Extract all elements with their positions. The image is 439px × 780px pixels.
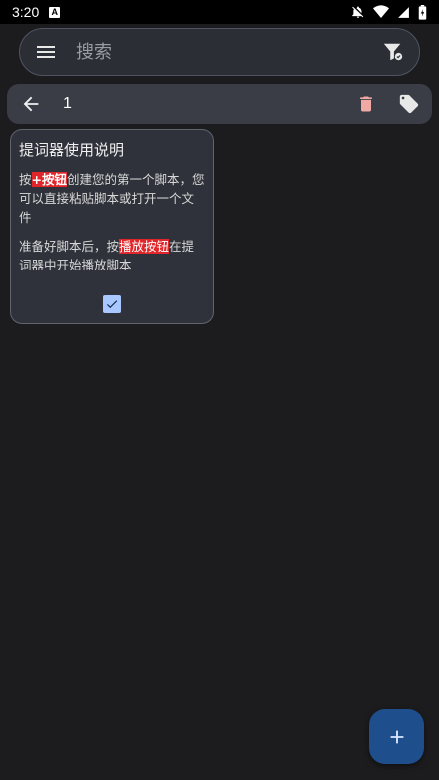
battery-icon [418, 4, 427, 20]
app-screen: 3:20 A 搜索 1 提词器使用说明 按+按钮创建您的第一个脚本，您可以直接粘… [0, 0, 439, 780]
wifi-icon [373, 5, 389, 19]
search-input[interactable] [76, 41, 381, 63]
status-bar: 3:20 A [0, 0, 439, 24]
highlight-play-button: 播放按钮 [119, 239, 170, 254]
status-time: 3:20 [12, 4, 40, 20]
note-text: 按 [19, 172, 32, 187]
delete-icon[interactable] [356, 94, 376, 114]
notification-a-icon: A [49, 6, 61, 18]
selection-toolbar: 1 [7, 84, 432, 124]
search-bar [19, 28, 420, 76]
note-text: 准备好脚本后，按 [19, 239, 120, 254]
signal-icon [397, 6, 410, 19]
note-paragraph: 准备好脚本后，按播放按钮在提词器中开始播放脚本 [19, 237, 205, 270]
note-paragraph: 按+按钮创建您的第一个脚本，您可以直接粘贴脚本或打开一个文件 [19, 170, 205, 227]
filter-icon[interactable] [381, 40, 405, 64]
selected-count: 1 [63, 95, 72, 112]
note-title: 提词器使用说明 [19, 141, 125, 159]
plus-icon [390, 730, 403, 743]
add-note-button[interactable] [369, 709, 424, 764]
note-card[interactable]: 提词器使用说明 按+按钮创建您的第一个脚本，您可以直接粘贴脚本或打开一个文件 准… [10, 129, 214, 324]
selected-checkbox[interactable] [103, 295, 121, 313]
hamburger-menu-icon[interactable] [34, 40, 58, 64]
notifications-off-icon [351, 5, 365, 19]
back-arrow-icon[interactable] [19, 92, 43, 116]
note-body: 按+按钮创建您的第一个脚本，您可以直接粘贴脚本或打开一个文件 准备好脚本后，按播… [19, 170, 205, 270]
highlight-plus-button: +按钮 [31, 172, 67, 187]
tag-icon[interactable] [398, 93, 420, 115]
check-icon [106, 300, 118, 309]
